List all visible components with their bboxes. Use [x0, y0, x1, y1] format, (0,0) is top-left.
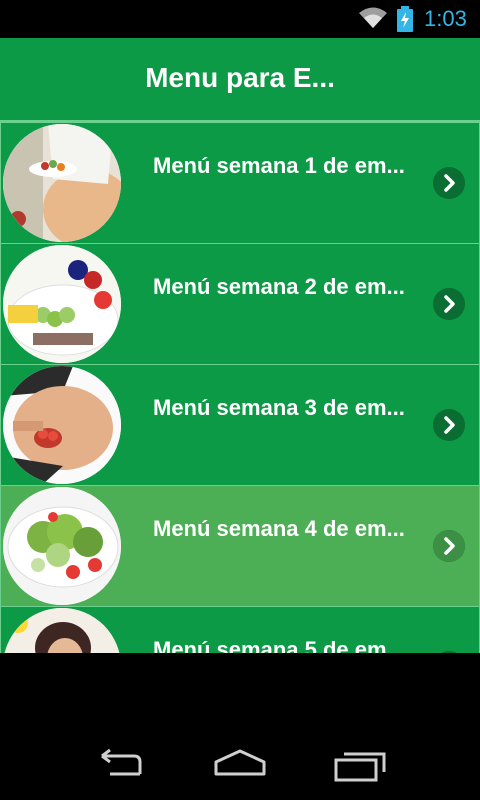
chevron-right-icon[interactable] — [433, 409, 465, 441]
list-item-label: Menú semana 5 de em... — [153, 637, 405, 653]
list-item-label: Menú semana 4 de em... — [153, 516, 405, 541]
status-bar: 1:03 — [0, 0, 480, 38]
back-icon[interactable] — [90, 748, 150, 784]
recent-apps-icon[interactable] — [330, 748, 390, 784]
list-item[interactable]: Menú semana 5 de em... — [0, 606, 480, 653]
pregnant-belly-strawberries-photo — [3, 366, 121, 484]
list-item[interactable]: Menú semana 2 de em... — [0, 243, 480, 364]
wifi-icon — [359, 7, 387, 28]
navigation-bar — [0, 720, 480, 800]
list-item[interactable]: Menú semana 4 de em... — [0, 485, 480, 606]
chevron-right-icon[interactable] — [433, 530, 465, 562]
pregnant-woman-salad-photo — [3, 124, 121, 242]
fruit-plate-photo — [3, 245, 121, 363]
battery-charging-icon — [397, 6, 413, 32]
clock: 1:03 — [424, 6, 467, 31]
menu-list[interactable]: Menú semana 1 de em... Menú semana 2 de … — [0, 122, 480, 653]
list-item-label: Menú semana 3 de em... — [153, 395, 405, 420]
page-title: Menu para E... — [145, 62, 335, 93]
chevron-right-icon[interactable] — [433, 167, 465, 199]
vegetable-salad-photo — [3, 487, 121, 605]
chevron-right-icon[interactable] — [433, 651, 465, 653]
action-bar: Menu para E... — [0, 38, 480, 122]
woman-portrait-photo — [3, 608, 121, 653]
list-item-label: Menú semana 2 de em... — [153, 274, 405, 299]
list-item[interactable]: Menú semana 3 de em... — [0, 364, 480, 485]
home-icon[interactable] — [210, 748, 270, 784]
list-item-label: Menú semana 1 de em... — [153, 153, 405, 178]
chevron-right-icon[interactable] — [433, 288, 465, 320]
list-item[interactable]: Menú semana 1 de em... — [0, 122, 480, 243]
